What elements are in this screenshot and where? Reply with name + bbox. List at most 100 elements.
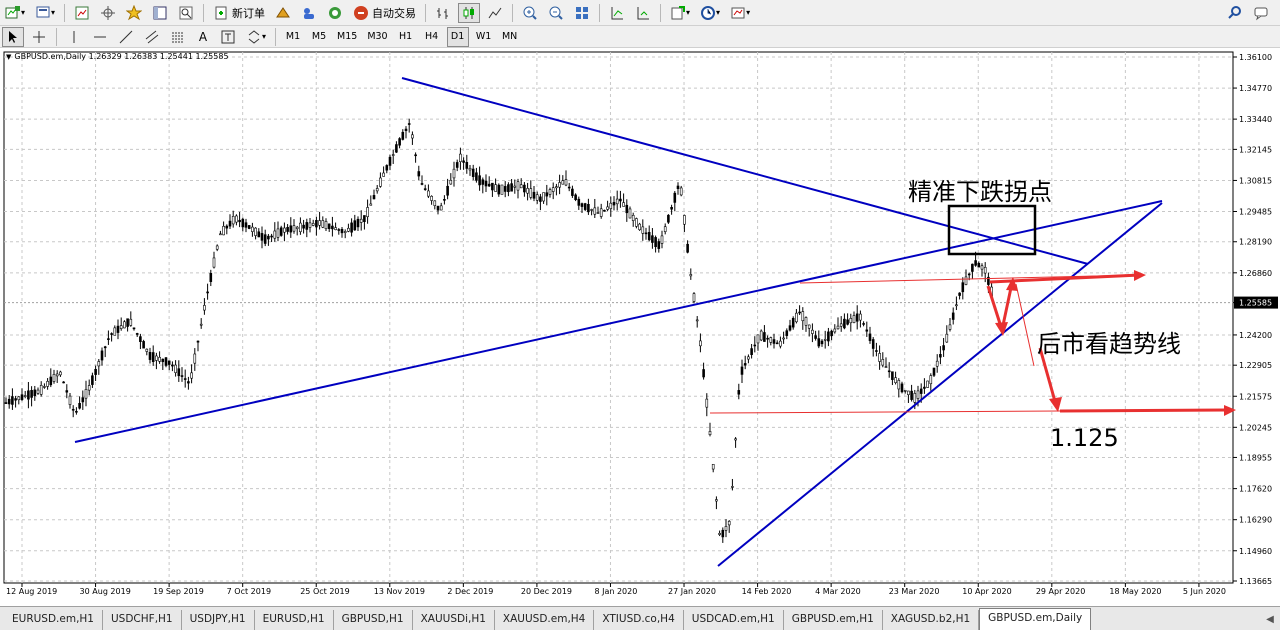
chart-tab[interactable]: XAGUSD.b2,H1 bbox=[883, 610, 980, 630]
chart-shift-button[interactable] bbox=[606, 3, 628, 23]
candle-body bbox=[459, 153, 462, 162]
channel-button[interactable] bbox=[141, 27, 163, 47]
candle-body bbox=[113, 327, 117, 336]
candle-body bbox=[702, 369, 705, 378]
vertical-line-button[interactable] bbox=[63, 27, 85, 47]
search-icon bbox=[1228, 5, 1241, 19]
autoscroll-button[interactable] bbox=[632, 3, 654, 23]
candle-body bbox=[398, 138, 401, 146]
price-chart[interactable]: 1.36100 1.34770 1.33440 1.32145 1.30815 1.294… bbox=[0, 48, 1280, 606]
text-label-button[interactable] bbox=[217, 27, 239, 47]
arrows-button[interactable]: ▾ bbox=[243, 27, 269, 47]
chart-tab[interactable]: EURUSD,H1 bbox=[255, 610, 334, 630]
candle-body bbox=[529, 188, 533, 198]
strategy-tester-button[interactable] bbox=[175, 3, 197, 23]
horizontal-line-button[interactable] bbox=[89, 27, 111, 47]
bar-chart-button[interactable] bbox=[432, 3, 454, 23]
candle-body bbox=[263, 234, 267, 244]
timeframe-m1[interactable]: M1 bbox=[282, 27, 304, 47]
line-chart-button[interactable] bbox=[484, 3, 506, 23]
chart-tab[interactable]: XAUUSDi,H1 bbox=[413, 610, 495, 630]
chart-shift-icon bbox=[611, 6, 624, 19]
search-button[interactable] bbox=[1224, 3, 1246, 23]
zoom-in-button[interactable] bbox=[519, 3, 541, 23]
chart-tab[interactable]: USDJPY,H1 bbox=[182, 610, 255, 630]
candle-body bbox=[775, 342, 779, 345]
candle-body bbox=[110, 333, 113, 335]
chart-tab[interactable]: XAUUSD.em,H4 bbox=[495, 610, 595, 630]
signals-button[interactable] bbox=[298, 3, 320, 23]
candle-body bbox=[612, 202, 616, 206]
auto-trading-button[interactable]: 自动交易 bbox=[350, 3, 419, 23]
candlestick-button[interactable] bbox=[458, 2, 481, 23]
chart-tab[interactable]: USDCHF,H1 bbox=[103, 610, 182, 630]
candle-body bbox=[769, 337, 773, 343]
timeframe-m15[interactable]: M15 bbox=[334, 27, 360, 47]
new-order-button[interactable]: 新订单 bbox=[210, 3, 268, 23]
timeframe-m5[interactable]: M5 bbox=[308, 27, 330, 47]
candle-body bbox=[727, 521, 731, 526]
candle-body bbox=[507, 184, 510, 193]
tile-windows-button[interactable] bbox=[571, 3, 593, 23]
candle-body bbox=[731, 486, 734, 488]
profiles-button[interactable]: ▾ bbox=[32, 3, 58, 23]
fibonacci-button[interactable] bbox=[167, 27, 189, 47]
separator bbox=[599, 3, 601, 22]
chart-tab[interactable]: XTIUSD.co,H4 bbox=[594, 610, 684, 630]
market-watch-button[interactable] bbox=[71, 3, 93, 23]
price-axis-label: 1.34770 bbox=[1239, 84, 1272, 93]
new-chart-button[interactable]: ▾ bbox=[2, 3, 28, 23]
zoom-out-icon bbox=[549, 6, 563, 20]
timeframe-mn[interactable]: MN bbox=[499, 27, 521, 47]
candle-body bbox=[583, 203, 587, 210]
chart-tab[interactable]: GBPUSD.em,H1 bbox=[784, 610, 883, 630]
market-button[interactable] bbox=[324, 3, 346, 23]
experts-button[interactable] bbox=[272, 3, 294, 23]
timeframe-m30[interactable]: M30 bbox=[364, 27, 390, 47]
chart-window[interactable]: 1.36100 1.34770 1.33440 1.32145 1.30815 1.294… bbox=[0, 48, 1280, 606]
crosshair-tool-button[interactable] bbox=[28, 27, 50, 47]
cursor-tool-button[interactable] bbox=[2, 26, 24, 47]
candle-body bbox=[423, 188, 427, 190]
periods-button[interactable]: ▾ bbox=[697, 3, 723, 23]
trendline-button[interactable] bbox=[115, 27, 137, 47]
time-axis-label: 13 Nov 2019 bbox=[374, 587, 425, 596]
templates-button[interactable]: ▾ bbox=[727, 3, 753, 23]
chart-tab[interactable]: GBPUSD,H1 bbox=[334, 610, 413, 630]
terminal-button[interactable] bbox=[149, 3, 171, 23]
candle-body bbox=[971, 263, 974, 272]
candle-body bbox=[155, 355, 158, 361]
candle-body bbox=[836, 325, 840, 330]
candle-body bbox=[238, 219, 241, 223]
chart-tabs: EURUSD.em,H1 USDCHF,H1 USDJPY,H1 EURUSD,H1 G… bbox=[0, 606, 1280, 630]
chart-tab[interactable]: EURUSD.em,H1 bbox=[4, 610, 103, 630]
candle-body bbox=[711, 463, 715, 470]
candle-body bbox=[177, 368, 181, 377]
timeframe-h4[interactable]: H4 bbox=[421, 27, 443, 47]
separator bbox=[56, 27, 57, 46]
candle-body bbox=[660, 235, 664, 244]
chat-button[interactable] bbox=[1250, 3, 1272, 23]
timeframe-h1[interactable]: H1 bbox=[395, 27, 417, 47]
candle-body bbox=[215, 245, 219, 250]
new-chart-icon bbox=[5, 5, 20, 18]
candle-body bbox=[532, 191, 536, 199]
candle-body bbox=[196, 340, 200, 343]
candle-body bbox=[100, 350, 104, 361]
autoscroll-icon bbox=[637, 6, 650, 19]
chart-tab[interactable]: USDCAD.em,H1 bbox=[684, 610, 784, 630]
candle-body bbox=[417, 171, 421, 177]
indicators-button[interactable]: ▾ bbox=[667, 3, 693, 23]
text-tool-button[interactable]: A bbox=[193, 27, 213, 47]
crosshair-nav-button[interactable] bbox=[97, 3, 119, 23]
timeframe-w1[interactable]: W1 bbox=[473, 27, 495, 47]
favorites-button[interactable] bbox=[123, 3, 145, 23]
candle-body bbox=[644, 232, 648, 235]
timeframe-d1[interactable]: D1 bbox=[446, 26, 469, 47]
chart-tab[interactable]: GBPUSD.em,Daily bbox=[979, 608, 1092, 630]
tab-scroll-icon[interactable]: ◀ bbox=[1260, 607, 1280, 630]
candle-body bbox=[539, 196, 542, 202]
candle-body bbox=[292, 225, 296, 232]
zoom-out-button[interactable] bbox=[545, 3, 567, 23]
candle-body bbox=[123, 321, 126, 329]
